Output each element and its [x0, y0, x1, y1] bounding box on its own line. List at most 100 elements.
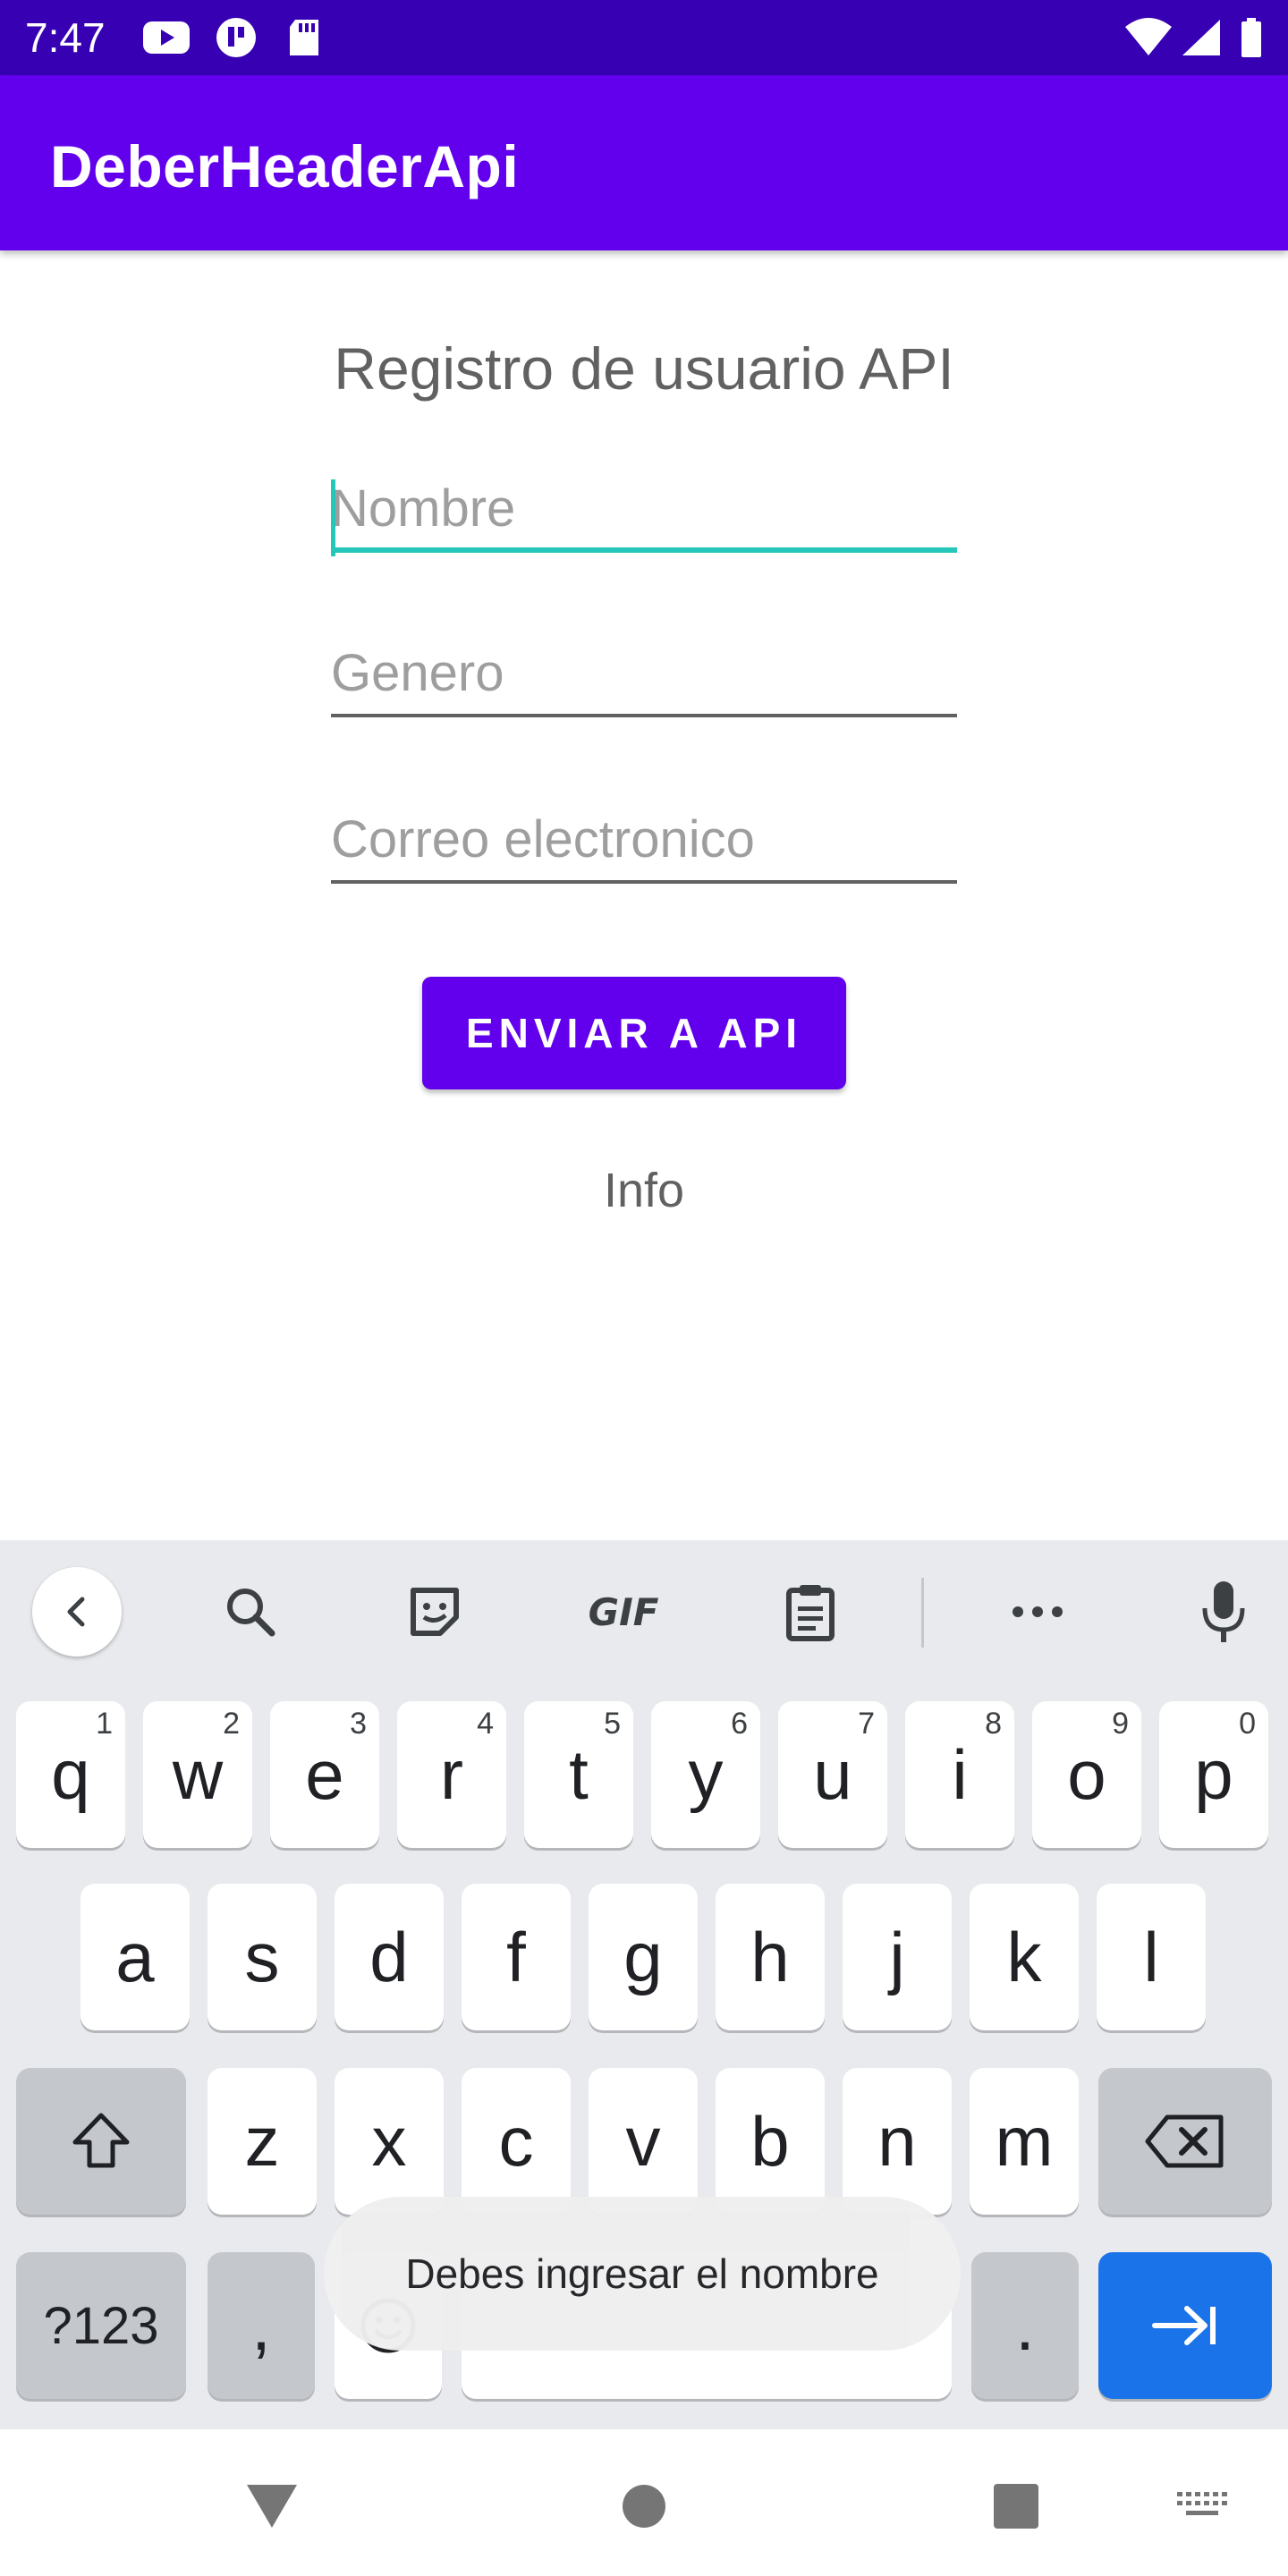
nombre-input[interactable] [331, 463, 957, 553]
key-u[interactable]: u7 [778, 1701, 887, 1848]
key-label: k [1006, 1917, 1042, 1996]
key-h[interactable]: h [716, 1884, 825, 2030]
key-c[interactable]: c [462, 2068, 571, 2215]
toast-message: Debes ingresar el nombre [324, 2197, 961, 2351]
more-icon[interactable] [993, 1567, 1082, 1657]
key-label: l [1143, 1917, 1159, 1996]
key-label: u [813, 1734, 852, 1814]
key-w[interactable]: w2 [143, 1701, 252, 1848]
key-t[interactable]: t5 [524, 1701, 633, 1848]
key-label: a [115, 1917, 155, 1996]
status-bar: 7:47 [0, 0, 1288, 75]
key-k[interactable]: k [970, 1884, 1079, 2030]
key-y[interactable]: y6 [651, 1701, 760, 1848]
app-bar: DeberHeaderApi [0, 75, 1288, 250]
key-label: r [440, 1734, 463, 1814]
period-key[interactable]: . [971, 2252, 1079, 2399]
shift-key[interactable] [16, 2068, 186, 2215]
key-hint: 2 [223, 1707, 240, 1741]
key-x[interactable]: x [335, 2068, 444, 2215]
key-label: t [569, 1734, 589, 1814]
key-label: w [172, 1734, 224, 1814]
key-p[interactable]: p0 [1159, 1701, 1268, 1848]
clipboard-icon[interactable] [766, 1567, 855, 1657]
key-hint: 1 [96, 1707, 113, 1741]
key-f[interactable]: f [462, 1884, 571, 2030]
text-cursor [331, 479, 335, 556]
key-label: b [750, 2101, 790, 2181]
youtube-icon [141, 16, 191, 59]
back-icon[interactable] [32, 1567, 122, 1657]
key-hint: 6 [731, 1707, 748, 1741]
key-v[interactable]: v [589, 2068, 698, 2215]
key-label: g [623, 1917, 663, 1996]
key-j[interactable]: j [843, 1884, 952, 2030]
key-label: v [625, 2101, 661, 2181]
key-l[interactable]: l [1097, 1884, 1206, 2030]
wifi-icon [1123, 16, 1174, 59]
battery-icon [1240, 16, 1263, 59]
key-r[interactable]: r4 [397, 1701, 506, 1848]
home-nav-icon[interactable] [608, 2470, 680, 2542]
genero-input[interactable] [331, 628, 957, 717]
mic-icon[interactable] [1179, 1567, 1268, 1657]
gif-icon[interactable]: GIF [574, 1567, 673, 1657]
key-m[interactable]: m [970, 2068, 1079, 2215]
key-z[interactable]: z [208, 2068, 317, 2215]
key-s[interactable]: s [208, 1884, 317, 2030]
navigation-bar [0, 2429, 1288, 2576]
key-hint: 9 [1112, 1707, 1129, 1741]
signal-icon [1179, 16, 1224, 59]
key-g[interactable]: g [589, 1884, 698, 2030]
key-hint: 0 [1239, 1707, 1256, 1741]
key-label: h [750, 1917, 790, 1996]
key-label: x [371, 2101, 407, 2181]
sd-card-icon [284, 16, 324, 59]
nombre-field[interactable] [331, 463, 957, 556]
genero-field[interactable] [331, 628, 957, 717]
enviar-a-api-button[interactable]: ENVIAR A API [422, 977, 846, 1089]
correo-field[interactable] [331, 794, 957, 884]
correo-underline [331, 880, 957, 884]
key-a[interactable]: a [80, 1884, 190, 2030]
genero-underline [331, 714, 957, 717]
key-label: m [995, 2101, 1054, 2181]
key-d[interactable]: d [335, 1884, 444, 2030]
backspace-icon [1145, 2114, 1224, 2168]
back-nav-icon[interactable] [236, 2470, 308, 2542]
key-label: c [498, 2101, 534, 2181]
info-text: Info [603, 1164, 685, 1217]
app-icon [213, 16, 259, 59]
key-label: q [51, 1734, 90, 1814]
correo-input[interactable] [331, 794, 957, 884]
key-label: o [1067, 1734, 1106, 1814]
shift-icon [72, 2113, 130, 2168]
key-o[interactable]: o9 [1032, 1701, 1141, 1848]
key-label: e [305, 1734, 344, 1814]
backspace-key[interactable] [1098, 2068, 1272, 2215]
comma-key[interactable]: , [208, 2252, 315, 2399]
symbols-key[interactable]: ?123 [16, 2252, 186, 2399]
search-icon[interactable] [206, 1567, 295, 1657]
key-e[interactable]: e3 [270, 1701, 379, 1848]
sticker-icon[interactable] [390, 1567, 479, 1657]
nombre-underline [331, 547, 957, 553]
key-i[interactable]: i8 [905, 1701, 1014, 1848]
key-label: z [244, 2101, 280, 2181]
key-q[interactable]: q1 [16, 1701, 125, 1848]
key-b[interactable]: b [716, 2068, 825, 2215]
key-hint: 5 [604, 1707, 621, 1741]
key-label: d [369, 1917, 409, 1996]
key-hint: 7 [858, 1707, 875, 1741]
key-label: i [952, 1734, 968, 1814]
key-label: f [506, 1917, 526, 1996]
key-hint: 8 [985, 1707, 1002, 1741]
toolbar-divider [921, 1578, 924, 1648]
recents-nav-icon[interactable] [980, 2470, 1052, 2542]
next-key[interactable] [1098, 2252, 1272, 2399]
keyboard-switch-icon[interactable] [1166, 2470, 1238, 2542]
app-title: DeberHeaderApi [50, 133, 520, 199]
key-label: y [688, 1734, 724, 1814]
key-n[interactable]: n [843, 2068, 952, 2215]
gif-label: GIF [588, 1589, 659, 1634]
